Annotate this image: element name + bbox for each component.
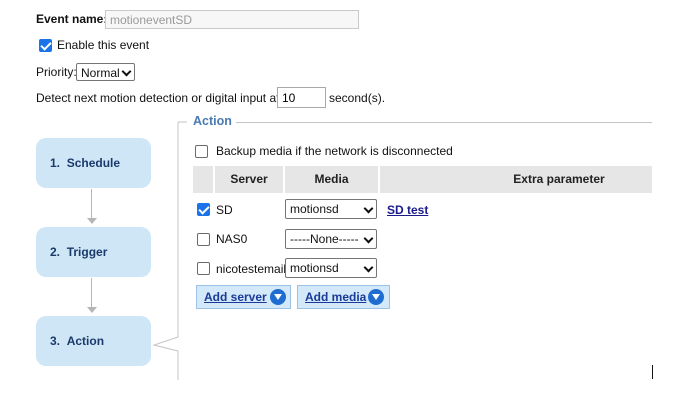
server-row-checkbox[interactable]: [197, 262, 210, 275]
step-schedule[interactable]: 1. Schedule: [36, 138, 151, 188]
event-name-label: Event name:: [36, 12, 108, 26]
header-checkbox-column: [193, 166, 213, 193]
detect-label: Detect next motion detection or digital …: [36, 91, 294, 105]
add-server-button[interactable]: Add server: [196, 285, 291, 309]
chevron-down-circle-icon: [270, 289, 286, 305]
media-select[interactable]: motionsd: [285, 258, 377, 278]
media-value: motionsd: [290, 202, 339, 216]
chevron-down-icon: [363, 262, 374, 273]
header-server: Server: [215, 166, 283, 193]
arrow-down-icon: [87, 307, 97, 313]
backup-media-checkbox[interactable]: [195, 145, 208, 158]
text-cursor: [652, 365, 653, 379]
step-label: Trigger: [66, 245, 108, 259]
media-select[interactable]: motionsd: [285, 199, 377, 219]
add-media-label: Add media: [305, 290, 367, 304]
action-fieldset-border: [152, 121, 187, 380]
step-label: Schedule: [66, 156, 121, 170]
media-select[interactable]: -----None-----: [285, 229, 377, 249]
sd-test-link[interactable]: SD test: [387, 203, 428, 217]
chevron-down-circle-icon: [368, 289, 384, 305]
server-name: SD: [216, 203, 233, 217]
add-media-button[interactable]: Add media: [297, 285, 390, 309]
chevron-down-icon: [363, 233, 374, 244]
priority-value: Normal: [81, 66, 120, 80]
priority-label: Priority:: [36, 65, 77, 79]
priority-select[interactable]: Normal: [76, 63, 135, 81]
detect-suffix: second(s).: [329, 91, 386, 105]
event-name-field[interactable]: [105, 10, 359, 29]
step-action[interactable]: 3. Action: [36, 316, 151, 366]
media-value: motionsd: [290, 261, 339, 275]
step-number: 1.: [50, 156, 61, 170]
step-label: Action: [66, 334, 105, 348]
server-row-checkbox[interactable]: [197, 203, 210, 216]
add-server-label: Add server: [204, 290, 267, 304]
enable-event-checkbox[interactable]: [39, 39, 52, 52]
step-trigger[interactable]: 2. Trigger: [36, 227, 151, 277]
chevron-down-icon: [363, 203, 374, 214]
media-value: -----None-----: [290, 232, 359, 246]
server-name: nicotestemail: [216, 262, 287, 276]
header-media: Media: [285, 166, 378, 193]
action-legend: Action: [193, 114, 232, 128]
header-extra-parameter: Extra parameter: [380, 166, 652, 193]
step-connector: [91, 189, 92, 219]
backup-media-label: Backup media if the network is disconnec…: [216, 144, 453, 158]
arrow-down-icon: [87, 218, 97, 224]
enable-event-label: Enable this event: [57, 38, 150, 52]
chevron-down-icon: [121, 66, 132, 77]
step-number: 3.: [50, 334, 61, 348]
detect-seconds-input[interactable]: [277, 87, 326, 108]
step-number: 2.: [50, 245, 61, 259]
server-name: NAS0: [216, 232, 248, 246]
fieldset-top-line: [236, 122, 652, 123]
server-row-checkbox[interactable]: [197, 233, 210, 246]
step-connector: [91, 278, 92, 308]
